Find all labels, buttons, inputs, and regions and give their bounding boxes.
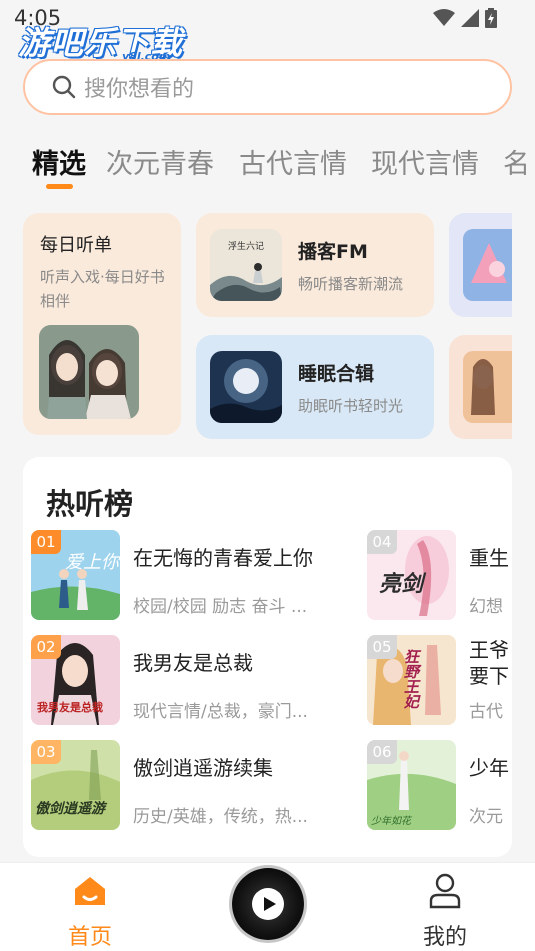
book-title: 王爷要下 bbox=[469, 638, 509, 688]
peek-card-image-2 bbox=[463, 351, 512, 423]
rank-number: 06 bbox=[367, 740, 397, 764]
book-cover-title: 少年如花 bbox=[371, 816, 411, 827]
book-tags: 次元 bbox=[469, 807, 503, 827]
nav-home-label: 首页 bbox=[67, 925, 112, 950]
play-icon bbox=[252, 888, 284, 920]
tab-ancient-romance[interactable]: 古代言情 bbox=[239, 142, 347, 181]
tab-more[interactable]: 名 bbox=[503, 142, 530, 181]
rank-number: 01 bbox=[31, 530, 61, 554]
podcast-cover-text: 浮生六记 bbox=[228, 242, 265, 252]
daily-desc: 听声入戏·每日好书相伴 bbox=[40, 268, 165, 310]
ranking-item[interactable]: 我男友是总裁 02 我男友是总裁 现代言情/总裁，豪门... bbox=[31, 635, 361, 725]
sleep-cover-image bbox=[210, 351, 282, 423]
book-cover-title: 狂野王妃 bbox=[402, 649, 420, 709]
ranking-item[interactable]: 少年如花 06 少年 次元 bbox=[367, 740, 512, 830]
podcast-cover-image: 浮生六记 bbox=[210, 229, 282, 301]
hot-ranking-panel: 热听榜 爱上你 01 在无悔的青春爱上你 校园/校园 励志 奋斗 ... 我男友… bbox=[23, 457, 512, 857]
battery-icon bbox=[485, 8, 497, 28]
book-title: 我男友是总裁 bbox=[133, 651, 253, 675]
book-cover-title: 爱上你 bbox=[65, 552, 119, 573]
rank-number: 05 bbox=[367, 635, 397, 659]
rank-number: 02 bbox=[31, 635, 61, 659]
app-screen: 4:05 游吧乐下载 y8l.com 搜你想看的 精选 次元青春 古代言情 现代… bbox=[0, 0, 535, 951]
status-icons bbox=[433, 8, 497, 28]
rank-number: 03 bbox=[31, 740, 61, 764]
ranking-item[interactable]: 狂野王妃 05 王爷要下 古代 bbox=[367, 635, 512, 725]
bottom-navigation: 首页 我的 bbox=[0, 862, 535, 951]
book-title: 在无悔的青春爱上你 bbox=[133, 546, 313, 570]
book-title: 傲剑逍遥游续集 bbox=[133, 756, 273, 780]
user-icon bbox=[429, 873, 461, 909]
nav-mine-label: 我的 bbox=[422, 925, 467, 950]
signal-icon bbox=[461, 9, 479, 27]
home-icon bbox=[75, 877, 105, 905]
rank-number: 04 bbox=[367, 530, 397, 554]
book-cover: 傲剑逍遥游 03 bbox=[31, 740, 120, 830]
ranking-item[interactable]: 亮剑 04 重生 幻想 bbox=[367, 530, 512, 620]
sleep-title: 睡眠合辑 bbox=[298, 363, 375, 385]
book-tags: 幻想 bbox=[469, 597, 503, 617]
search-icon bbox=[52, 75, 76, 99]
peek-card-bottom[interactable] bbox=[449, 335, 512, 439]
sleep-collection-card[interactable]: 睡眠合辑 助眠听书轻时光 bbox=[196, 335, 434, 439]
tab-featured[interactable]: 精选 bbox=[32, 142, 86, 181]
ranking-item[interactable]: 傲剑逍遥游 03 傲剑逍遥游续集 历史/英雄，传统，热... bbox=[31, 740, 361, 830]
book-cover: 亮剑 04 bbox=[367, 530, 456, 620]
book-tags: 现代言情/总裁，豪门... bbox=[133, 702, 308, 722]
book-cover: 我男友是总裁 02 bbox=[31, 635, 120, 725]
book-cover: 少年如花 06 bbox=[367, 740, 456, 830]
book-tags: 历史/英雄，传统，热... bbox=[133, 807, 308, 827]
wifi-icon bbox=[433, 9, 455, 26]
book-title: 少年 bbox=[469, 756, 509, 780]
sleep-desc: 助眠听书轻时光 bbox=[298, 397, 404, 415]
daily-title: 每日听单 bbox=[40, 235, 112, 256]
book-title: 重生 bbox=[469, 546, 509, 570]
search-placeholder: 搜你想看的 bbox=[84, 77, 195, 102]
search-input[interactable]: 搜你想看的 bbox=[23, 59, 512, 115]
player-play-button[interactable] bbox=[232, 868, 304, 940]
daily-cover-image bbox=[39, 325, 139, 419]
podcast-desc: 畅听播客新潮流 bbox=[298, 275, 404, 293]
tab-modern-romance[interactable]: 现代言情 bbox=[371, 142, 479, 181]
category-tabs: 精选 次元青春 古代言情 现代言情 名 bbox=[0, 142, 535, 192]
tab-youth[interactable]: 次元青春 bbox=[106, 142, 214, 181]
nav-mine[interactable]: 我的 bbox=[410, 871, 480, 950]
book-cover-title: 傲剑逍遥游 bbox=[35, 801, 105, 817]
podcast-title: 播客FM bbox=[298, 241, 368, 263]
book-cover-title: 我男友是总裁 bbox=[37, 701, 103, 714]
book-cover: 狂野王妃 05 bbox=[367, 635, 456, 725]
ranking-item[interactable]: 爱上你 01 在无悔的青春爱上你 校园/校园 励志 奋斗 ... bbox=[31, 530, 361, 620]
peek-card-top[interactable] bbox=[449, 213, 512, 317]
podcast-fm-card[interactable]: 浮生六记 播客FM 畅听播客新潮流 bbox=[196, 213, 434, 317]
tab-indicator bbox=[46, 184, 73, 189]
ranking-title: 热听榜 bbox=[46, 487, 134, 521]
daily-playlist-card[interactable]: 每日听单 听声入戏·每日好书相伴 bbox=[23, 213, 181, 435]
peek-card-image bbox=[463, 229, 512, 301]
book-cover: 爱上你 01 bbox=[31, 530, 120, 620]
book-cover-title: 亮剑 bbox=[379, 572, 424, 597]
nav-home[interactable]: 首页 bbox=[55, 871, 125, 950]
book-tags: 校园/校园 励志 奋斗 ... bbox=[133, 597, 308, 617]
book-tags: 古代 bbox=[469, 702, 503, 722]
